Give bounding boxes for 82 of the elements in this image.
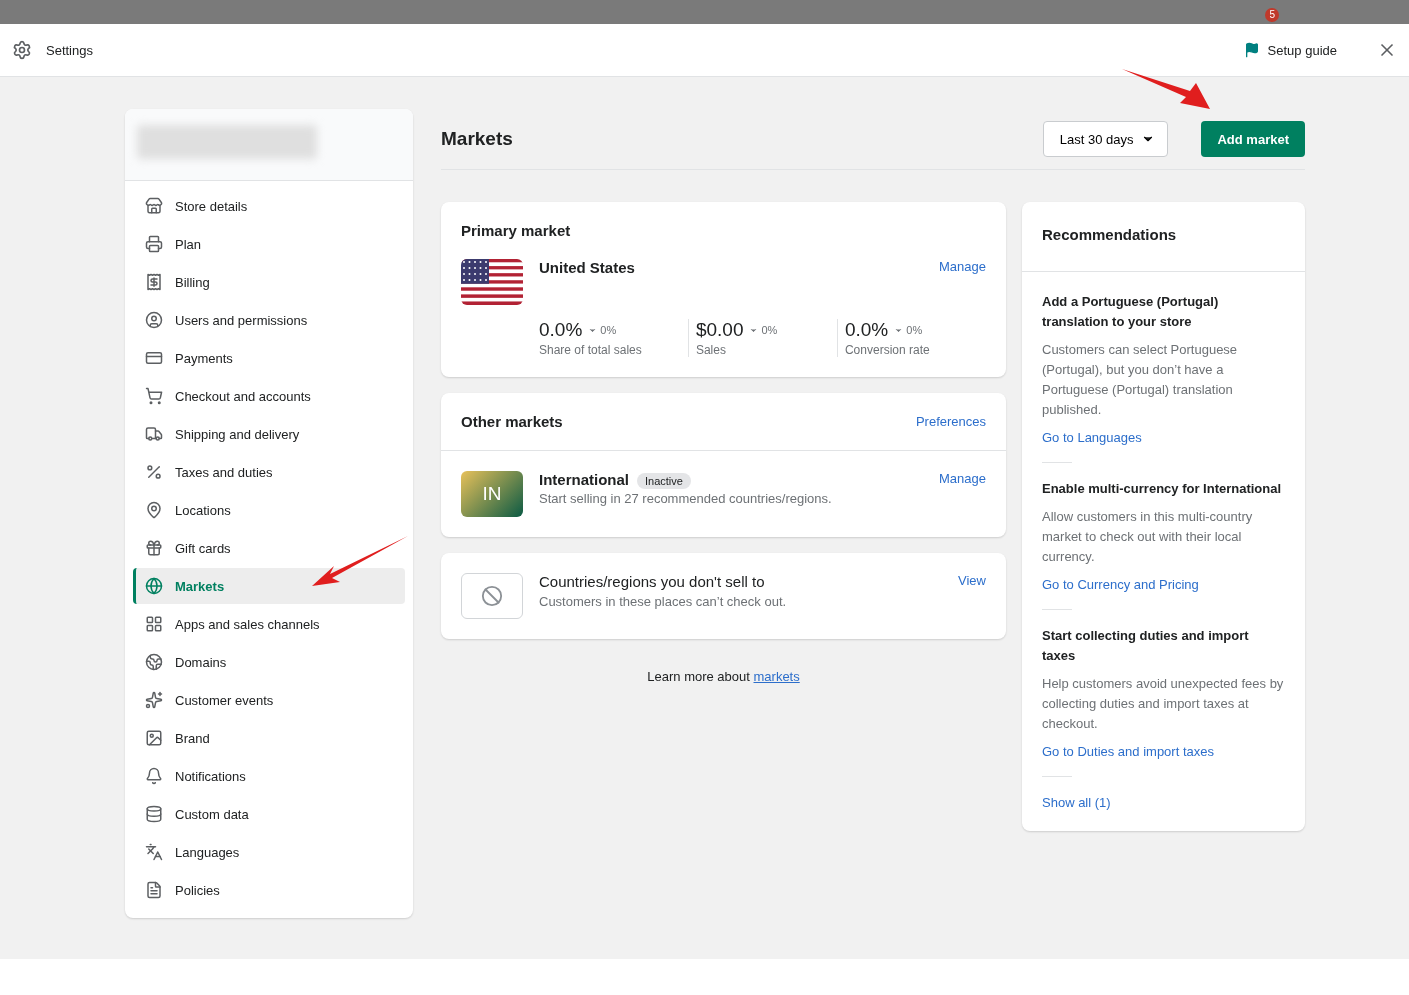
sidebar-item[interactable]: Languages	[133, 834, 405, 870]
receipt-icon	[145, 273, 163, 291]
sidebar-item[interactable]: Domains	[133, 644, 405, 680]
sidebar-item[interactable]: Store details	[133, 188, 405, 224]
section-description: Customers in these places can’t check out.	[539, 594, 788, 609]
card-title: Recommendations	[1042, 225, 1178, 245]
page-title: Markets	[441, 128, 514, 150]
metric-value: $0.00	[695, 319, 744, 341]
recommendation-text: Customers can select Portuguese (Portugal), but you don’t have a Portuguese (Portugal) translation published.	[1042, 341, 1239, 419]
metric-change: 0%	[588, 324, 617, 336]
market-name: International	[539, 471, 629, 488]
sidebar-item[interactable]: Custom data	[133, 796, 405, 832]
markets-link[interactable]: markets	[753, 669, 800, 684]
truck-icon	[145, 425, 163, 443]
database-icon	[145, 805, 163, 823]
credit-card-icon	[145, 349, 163, 367]
gift-icon	[145, 539, 163, 557]
sidebar-item[interactable]: Users and permissions	[133, 302, 405, 338]
sidebar-item[interactable]: Gift cards	[133, 530, 405, 566]
recommendation-title: Enable multi-currency for International	[1042, 480, 1283, 498]
setup-guide-link[interactable]: Setup guide	[1243, 42, 1337, 58]
sidebar-item[interactable]: Billing	[133, 264, 405, 300]
manage-link[interactable]: Manage	[939, 471, 986, 486]
add-market-button[interactable]: Add market	[1201, 121, 1305, 157]
market-name: United States	[539, 259, 635, 276]
document-icon	[145, 881, 163, 899]
metric-label: Conversion rate	[844, 343, 931, 357]
date-range-select[interactable]: Last 30 days	[1042, 121, 1169, 157]
metric-label: Share of total sales	[539, 343, 643, 357]
sidebar-item[interactable]: Notifications	[133, 758, 405, 794]
preferences-link[interactable]: Preferences	[915, 414, 986, 429]
sidebar-item[interactable]: Apps and sales channels	[133, 606, 405, 642]
sidebar-item[interactable]: Payments	[133, 340, 405, 376]
printer-icon	[145, 235, 163, 253]
status-badge: Inactive	[637, 473, 691, 489]
view-link[interactable]: View	[958, 573, 986, 588]
sidebar-item[interactable]: Checkout and accounts	[133, 378, 405, 414]
market-initials: IN	[461, 471, 523, 517]
metric-value: 0.0%	[539, 319, 583, 341]
recommendation-text: Help customers avoid unexpected fees by collecting duties and import taxes at checkout.	[1042, 675, 1285, 733]
grid-icon	[145, 615, 163, 633]
recommendation-title: Add a Portuguese (Portugal) translation to your store	[1042, 293, 1220, 331]
bell-icon	[145, 767, 163, 785]
recommendation-link[interactable]: Go to Languages	[1042, 430, 1142, 445]
flag-icon	[1243, 42, 1260, 58]
metric-label: Sales	[695, 343, 727, 357]
recommendation-link[interactable]: Go to Duties and import taxes	[1042, 744, 1214, 759]
sidebar-item[interactable]: Customer events	[133, 682, 405, 718]
recommendation-title: Start collecting duties and import taxes	[1042, 627, 1250, 665]
globe-icon	[145, 577, 163, 595]
header-title: Settings	[46, 42, 94, 58]
settings-icon	[12, 40, 32, 60]
recommendation-link[interactable]: Go to Currency and Pricing	[1042, 577, 1199, 592]
metric-change: 0%	[894, 324, 923, 336]
manage-link[interactable]: Manage	[939, 259, 986, 274]
globe-icon	[145, 653, 163, 671]
image-icon	[145, 729, 163, 747]
sidebar-item[interactable]: Locations	[133, 492, 405, 528]
percent-icon	[145, 463, 163, 481]
sidebar-item[interactable]: Shipping and delivery	[133, 416, 405, 452]
card-title: Primary market	[461, 222, 572, 239]
sidebar-item[interactable]: Policies	[133, 872, 405, 908]
sidebar-item[interactable]: Plan	[133, 226, 405, 262]
sidebar-item[interactable]: Markets	[133, 568, 405, 604]
blocked-icon	[481, 585, 503, 607]
learn-more-text: Learn more about markets	[646, 669, 801, 684]
show-all-link[interactable]: Show all (1)	[1042, 795, 1111, 810]
pin-icon	[145, 501, 163, 519]
sidebar-item[interactable]: Taxes and duties	[133, 454, 405, 490]
store-icon	[145, 197, 163, 215]
cart-icon	[145, 387, 163, 405]
market-description: Start selling in 27 recommended countries/regions.	[539, 491, 832, 506]
sidebar-item[interactable]: Brand	[133, 720, 405, 756]
section-title: Countries/regions you don't sell to	[539, 573, 766, 590]
sparkle-icon	[145, 691, 163, 709]
notification-badge: 5	[1265, 8, 1279, 22]
card-title: Other markets	[461, 413, 564, 430]
translate-icon	[145, 843, 163, 861]
metric-value: 0.0%	[844, 319, 889, 341]
recommendation-text: Allow customers in this multi-country market to check out with their local currency.	[1042, 508, 1254, 566]
user-icon	[145, 311, 163, 329]
metric-change: 0%	[749, 324, 778, 336]
